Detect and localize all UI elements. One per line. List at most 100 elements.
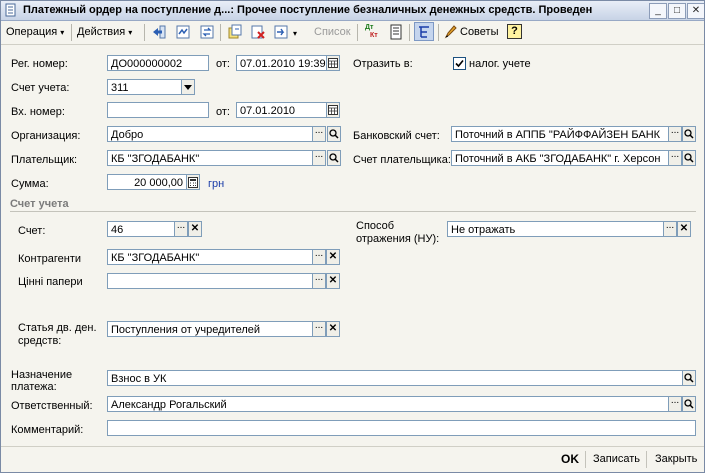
reg-date-label: от:: [216, 58, 230, 70]
calculator-icon[interactable]: [186, 174, 200, 190]
search-icon[interactable]: [682, 126, 696, 142]
payer-label: Плательщик:: [11, 154, 78, 166]
select-payer-button[interactable]: [312, 150, 326, 166]
amount-field[interactable]: 20 000,00: [107, 174, 187, 190]
purpose-label-line2: платежа:: [11, 381, 57, 393]
cashflow-label-line2: средств:: [18, 335, 62, 347]
responsible-field[interactable]: Александр Рогальский: [107, 396, 669, 412]
payment-purpose-field[interactable]: Взнос в УК: [107, 370, 683, 386]
document-journal-icon[interactable]: [175, 24, 191, 40]
back-arrow-icon[interactable]: [151, 24, 167, 40]
chevron-down-icon[interactable]: [181, 79, 195, 95]
post-document-icon[interactable]: [273, 24, 289, 40]
select-organization-button[interactable]: [312, 126, 326, 142]
reflection-method-label-line2: отражения (НУ):: [356, 233, 440, 245]
bank-account-label: Банковский счет:: [353, 130, 440, 142]
select-bank-account-button[interactable]: [668, 126, 682, 142]
minimize-button[interactable]: _: [649, 3, 667, 19]
toolbar-divider: [220, 24, 221, 41]
tax-accounting-checkbox[interactable]: [453, 57, 466, 70]
select-payer-account-button[interactable]: [668, 150, 682, 166]
dt-label: Дт: [365, 24, 374, 31]
select-account-button[interactable]: [174, 221, 188, 237]
counterparties-field[interactable]: КБ "ЗГОДАБАНК": [107, 249, 313, 265]
incoming-number-label: Вх. номер:: [11, 106, 65, 118]
incoming-date-field[interactable]: 07.01.2010: [236, 102, 327, 118]
bank-account-field[interactable]: Поточний в АППБ "РАЙФФАЙЗЕН БАНК: [451, 126, 669, 142]
reg-date-field[interactable]: 07.01.2010 19:39: [236, 55, 327, 71]
payer-account-field[interactable]: Поточний в АКБ "ЗГОДАБАНК" г. Херсон: [451, 150, 669, 166]
section-divider: [10, 211, 696, 212]
toolbar: Операция ▾ Действия ▾ ▾ Список Дт Кт Сов…: [1, 21, 704, 45]
select-counterparty-button[interactable]: [312, 249, 326, 265]
select-securities-button[interactable]: [312, 273, 326, 289]
reflection-method-label-line1: Способ: [356, 220, 395, 232]
actions-menu[interactable]: Действия ▾: [77, 25, 132, 40]
clear-icon[interactable]: ✕: [326, 321, 340, 337]
select-responsible-button[interactable]: [668, 396, 682, 412]
document-icon: [5, 3, 16, 17]
responsible-label: Ответственный:: [11, 400, 93, 412]
cashflow-label-line1: Статья дв. ден.: [18, 322, 97, 334]
calendar-icon[interactable]: [326, 55, 340, 71]
comment-field[interactable]: [107, 420, 696, 436]
reflect-in-label: Отразить в:: [353, 58, 413, 70]
save-button[interactable]: Записать: [593, 453, 640, 465]
securities-field[interactable]: [107, 273, 313, 289]
section-title: Счет учета: [10, 198, 69, 210]
dialog-button-bar: OK Записать Закрыть: [1, 446, 704, 472]
comment-label: Комментарий:: [11, 424, 84, 436]
search-icon[interactable]: [327, 150, 341, 166]
search-icon[interactable]: [682, 370, 696, 386]
title-bar[interactable]: Платежный ордер на поступление д...: Про…: [1, 1, 704, 21]
account-label: Счет учета:: [11, 82, 70, 94]
dt-kt-postings-icon[interactable]: Дт Кт: [365, 24, 381, 40]
currency-link[interactable]: грн: [208, 178, 224, 191]
window-title: Платежный ордер на поступление д...: Про…: [23, 4, 593, 16]
account-select[interactable]: 311: [107, 79, 183, 95]
document-window: Платежный ордер на поступление д...: Про…: [0, 0, 705, 473]
incoming-number-field[interactable]: [107, 102, 209, 118]
clear-icon[interactable]: ✕: [326, 273, 340, 289]
print-form-icon[interactable]: [388, 24, 404, 40]
organization-field[interactable]: Добро: [107, 126, 313, 142]
reg-number-label: Рег. номер:: [11, 58, 68, 70]
search-icon[interactable]: [327, 126, 341, 142]
reg-number-field[interactable]: ДО000000002: [107, 55, 209, 71]
clear-icon[interactable]: ✕: [677, 221, 691, 237]
hierarchy-icon: [419, 26, 429, 38]
toolbar-divider: [409, 24, 410, 41]
delete-mark-icon[interactable]: [250, 24, 266, 40]
clear-icon[interactable]: ✕: [326, 249, 340, 265]
calendar-icon[interactable]: [326, 102, 340, 118]
clear-icon[interactable]: ✕: [188, 221, 202, 237]
search-icon[interactable]: [682, 396, 696, 412]
payer-field[interactable]: КБ "ЗГОДАБАНК": [107, 150, 313, 166]
select-reflection-method-button[interactable]: [663, 221, 677, 237]
list-button[interactable]: Список: [314, 25, 351, 40]
operation-menu-label: Операция: [6, 26, 58, 38]
toolbar-divider: [71, 24, 72, 41]
check-icon: [455, 59, 464, 68]
incoming-date-label: от:: [216, 106, 230, 118]
toolbar-divider: [438, 24, 439, 41]
actions-menu-label: Действия: [77, 26, 126, 38]
counterparties-label: Контрагенти: [18, 253, 82, 265]
close-window-button[interactable]: ✕: [687, 3, 704, 19]
close-button[interactable]: Закрыть: [655, 453, 697, 465]
chevron-down-icon: ▾: [128, 28, 133, 37]
help-question-icon[interactable]: ?: [507, 24, 522, 39]
cashflow-item-field[interactable]: Поступления от учредителей: [107, 321, 313, 337]
copy-document-icon[interactable]: [227, 24, 243, 40]
maximize-button[interactable]: □: [668, 3, 686, 19]
refresh-icon[interactable]: [199, 24, 215, 40]
operation-menu[interactable]: Операция ▾: [6, 25, 64, 40]
search-icon[interactable]: [682, 150, 696, 166]
kt-label: Кт: [370, 32, 378, 39]
select-cashflow-item-button[interactable]: [312, 321, 326, 337]
ok-button[interactable]: OK: [561, 452, 579, 466]
section-account-field[interactable]: 46: [107, 221, 175, 237]
reflection-method-field[interactable]: Не отражать: [447, 221, 664, 237]
chevron-down-icon[interactable]: ▾: [293, 26, 297, 41]
structure-button[interactable]: [414, 22, 434, 41]
